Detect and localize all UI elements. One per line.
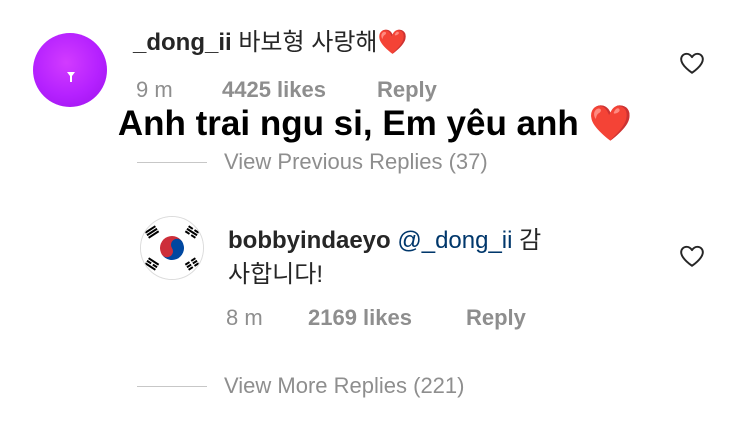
avatar-mark-icon [67,72,75,82]
reply-time: 8 m [226,305,263,330]
comment-body: 바보형 사랑해 [231,29,378,56]
comment-text: _dong_ii 바보형 사랑해❤️ [133,28,407,58]
comment-reply-button[interactable]: Reply [377,77,437,103]
overlay-caption-text: Anh trai ngu si, Em yêu anh [117,104,579,143]
divider-line [137,386,207,387]
heart-emoji-icon: ❤️ [588,104,633,143]
divider-line [137,162,207,163]
avatar-bobbyindaeyo[interactable] [140,216,204,280]
like-heart-outline-icon[interactable] [679,51,705,75]
reply-mention-link[interactable]: @_dong_ii [391,227,512,254]
reply-body-line1: 감 [512,227,542,254]
reply-body-line2: 사합니다! [228,261,323,288]
overlay-caption: Anh trai ngu si, Em yêu anh ❤️ [0,102,750,146]
comment-time: 9 m [136,77,173,102]
reply-comment-text: bobbyindaeyo @_dong_ii 감 사합니다! [228,224,541,292]
avatar-dong-ii[interactable] [33,33,107,107]
view-more-replies-link[interactable]: View More Replies (221) [224,373,464,399]
heart-emoji-icon: ❤️ [377,29,408,56]
reply-username[interactable]: bobbyindaeyo [228,227,391,254]
reply-reply-button[interactable]: Reply [466,305,526,331]
view-previous-replies-link[interactable]: View Previous Replies (37) [224,149,488,175]
reply-likes[interactable]: 2169 likes [308,305,412,331]
comment-likes[interactable]: 4425 likes [222,77,326,103]
korea-flag-icon [141,217,203,279]
reply-like-heart-outline-icon[interactable] [679,244,705,268]
comment-username[interactable]: _dong_ii [133,29,232,56]
